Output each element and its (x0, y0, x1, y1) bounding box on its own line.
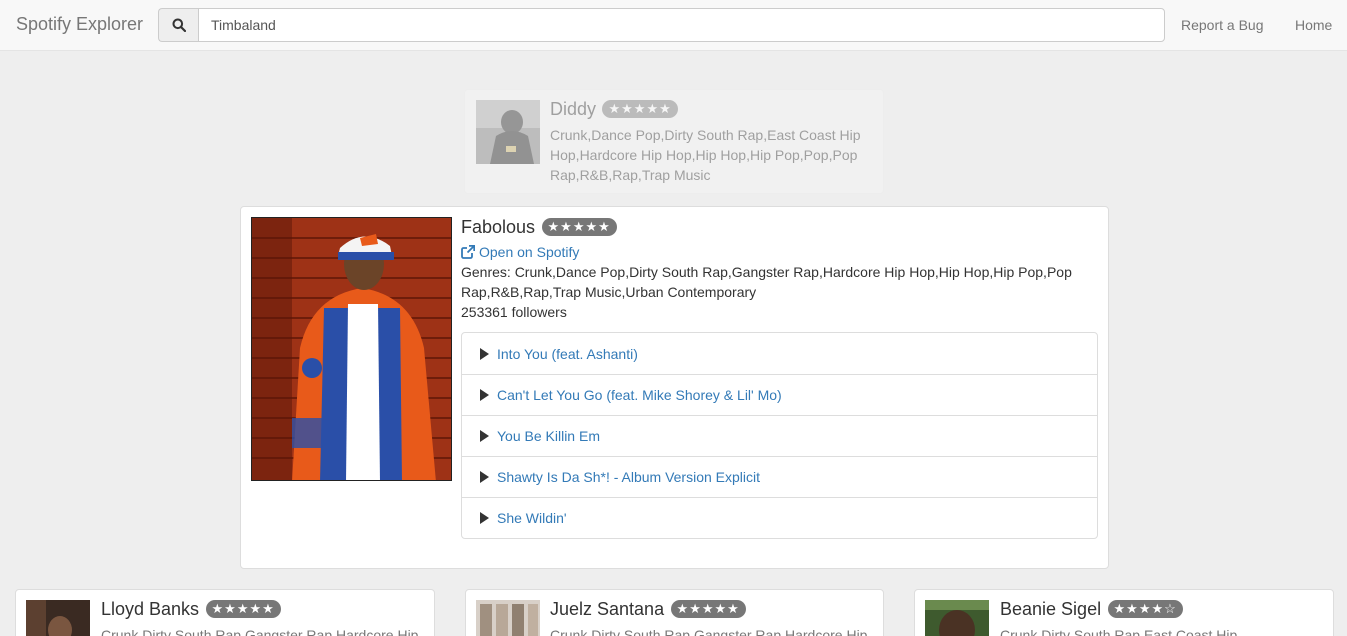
track-item[interactable]: Into You (feat. Ashanti) (462, 333, 1097, 374)
track-item[interactable]: Shawty Is Da Sh*! - Album Version Explic… (462, 456, 1097, 497)
navbar: Spotify Explorer Report a Bug Home (0, 0, 1347, 51)
related-artist-card-beanie-sigel[interactable]: Beanie Sigel ★★★★☆ Crunk,Dirty South Rap… (914, 589, 1334, 636)
related-artist-thumbnail (476, 600, 540, 636)
related-artist-name: Lloyd Banks (101, 599, 200, 619)
track-item[interactable]: You Be Killin Em (462, 415, 1097, 456)
search-group (158, 8, 1165, 42)
related-artist-name: Beanie Sigel (1000, 599, 1102, 619)
track-item[interactable]: Can't Let You Go (feat. Mike Shorey & Li… (462, 374, 1097, 415)
current-artist-name: Fabolous (461, 217, 536, 237)
related-artist-genres: Crunk,Dirty South Rap,Gangster Rap,Hardc… (101, 627, 419, 636)
related-artist-rating-badge: ★★★★☆ (1107, 600, 1183, 618)
current-artist-genres: Genres: Crunk,Dance Pop,Dirty South Rap,… (461, 264, 1072, 300)
related-artist-genres: Crunk,Dirty South Rap,Gangster Rap,Hardc… (550, 627, 868, 636)
track-title[interactable]: Into You (feat. Ashanti) (497, 346, 638, 362)
open-on-spotify-label: Open on Spotify (479, 244, 580, 260)
search-icon (172, 18, 186, 32)
related-artist-card-lloyd-banks[interactable]: Lloyd Banks ★★★★★ Crunk,Dirty South Rap,… (15, 589, 435, 636)
top-tracks-list: Into You (feat. Ashanti) Can't Let You G… (461, 332, 1098, 539)
previous-artist-rating-badge: ★★★★★ (602, 100, 678, 118)
play-icon[interactable] (480, 347, 489, 360)
track-title[interactable]: Can't Let You Go (feat. Mike Shorey & Li… (497, 387, 782, 403)
related-artist-genres: Crunk,Dirty South Rap,East Coast Hip (1000, 627, 1238, 636)
related-artist-card-juelz-santana[interactable]: Juelz Santana ★★★★★ Crunk,Dirty South Ra… (465, 589, 884, 636)
open-on-spotify-link[interactable]: Open on Spotify (461, 244, 579, 260)
related-artist-name: Juelz Santana (550, 599, 665, 619)
external-link-icon (461, 245, 475, 259)
previous-artist-thumbnail (476, 100, 540, 164)
play-icon[interactable] (480, 512, 489, 524)
related-artist-thumbnail (925, 600, 989, 636)
related-artist-thumbnail (26, 600, 90, 636)
home-link[interactable]: Home (1295, 17, 1332, 33)
play-icon[interactable] (480, 389, 489, 401)
track-title[interactable]: She Wildin' (497, 510, 567, 526)
track-title[interactable]: You Be Killin Em (497, 428, 600, 444)
track-item[interactable]: She Wildin' (462, 497, 1097, 538)
current-artist-photo (251, 217, 452, 481)
previous-artist-name: Diddy (550, 99, 597, 119)
previous-artist-card[interactable]: Diddy ★★★★★ Crunk,Dance Pop,Dirty South … (464, 89, 884, 194)
play-icon[interactable] (480, 430, 489, 442)
track-title[interactable]: Shawty Is Da Sh*! - Album Version Explic… (497, 469, 760, 485)
search-button[interactable] (158, 8, 198, 42)
play-icon[interactable] (480, 471, 489, 483)
brand-title[interactable]: Spotify Explorer (16, 14, 143, 35)
related-artist-rating-badge: ★★★★★ (670, 600, 746, 618)
current-artist-card: Fabolous ★★★★★ Open on Spotify Genres: C… (240, 206, 1109, 569)
related-artist-rating-badge: ★★★★★ (205, 600, 281, 618)
report-bug-link[interactable]: Report a Bug (1181, 17, 1264, 33)
search-input[interactable] (198, 8, 1165, 42)
current-artist-followers: 253361 followers (461, 304, 567, 320)
current-artist-rating-badge: ★★★★★ (541, 218, 617, 236)
previous-artist-genres: Crunk,Dance Pop,Dirty South Rap,East Coa… (550, 127, 861, 183)
